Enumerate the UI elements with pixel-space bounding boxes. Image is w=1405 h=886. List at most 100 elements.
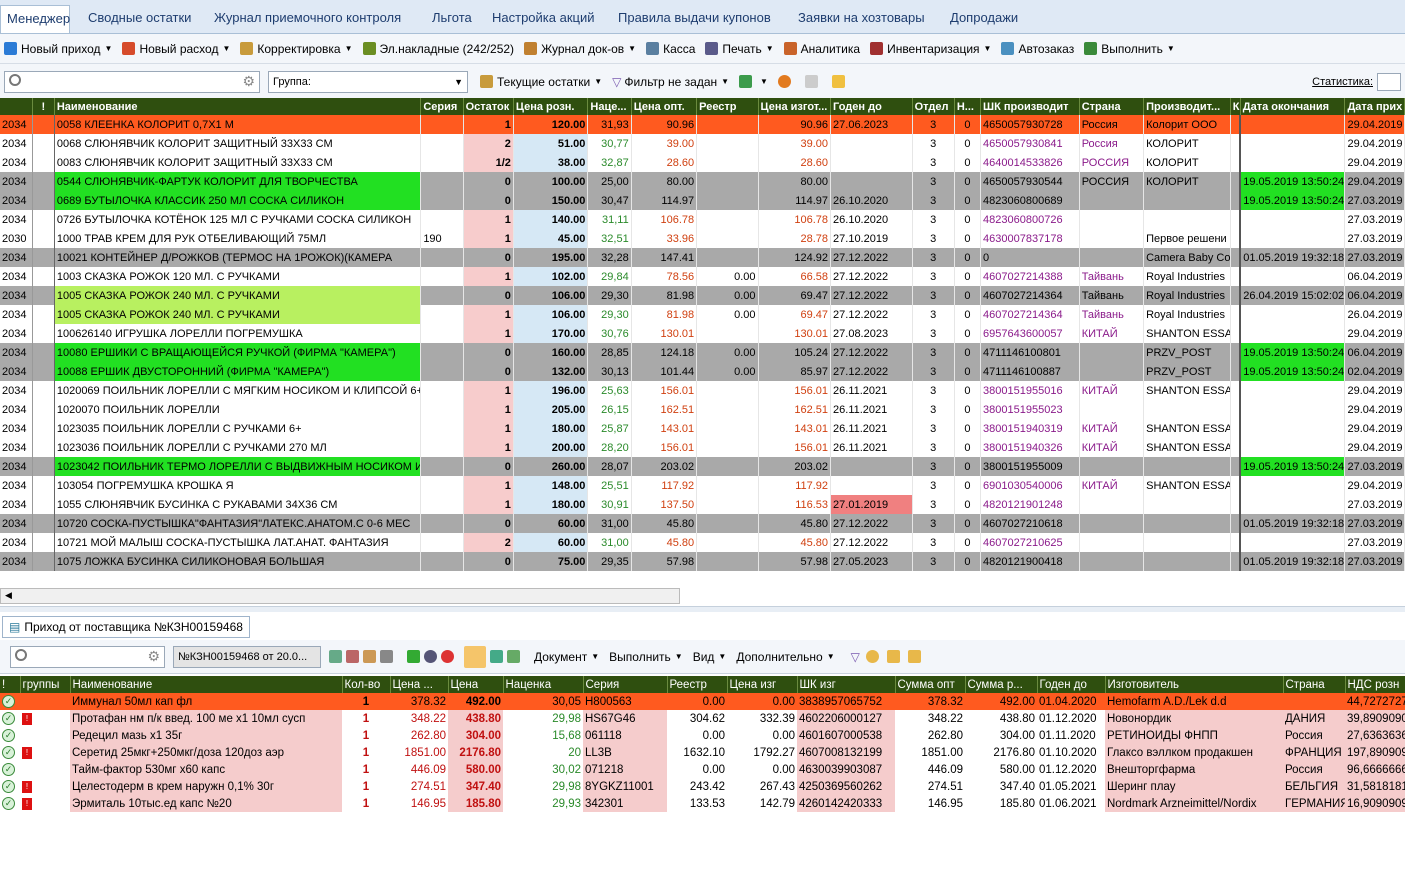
column-header-12[interactable]: Н... <box>954 98 982 115</box>
edit-row-icon[interactable] <box>363 650 376 663</box>
tab-2[interactable]: Журнал приемочного контроля <box>196 5 414 33</box>
add-row-icon[interactable] <box>329 650 342 663</box>
toolbar-button-5[interactable]: Касса <box>646 42 695 56</box>
gear-icon[interactable]: ⚙ <box>147 648 160 665</box>
bottom-column-header-14[interactable]: Изготовитель <box>1105 676 1284 693</box>
column-header-10[interactable]: Годен до <box>830 98 913 115</box>
column-header-3[interactable]: Серия <box>420 98 464 115</box>
bottom-column-header-4[interactable]: Цена ... <box>390 676 449 693</box>
bottom-column-header-3[interactable]: Кол-во <box>342 676 391 693</box>
toolbar-button-1[interactable]: Новый расход ▼ <box>122 42 230 56</box>
copy-icon[interactable] <box>380 650 393 663</box>
column-header-15[interactable]: Производит... <box>1143 98 1231 115</box>
column-header-13[interactable]: ШК производит <box>980 98 1080 115</box>
warning-red-icon[interactable] <box>886 650 900 663</box>
table-row[interactable]: 2034 0544 СЛЮНЯВЧИК-ФАРТУК КОЛОРИТ ДЛЯ ТВ… <box>0 172 1405 191</box>
bottom-column-header-13[interactable]: Годен до <box>1037 676 1106 693</box>
table-row[interactable]: ✓! Серетид 25мкг+250мкг/доза 120доз аэр 1 1… <box>0 744 1405 761</box>
doc-search-input[interactable]: ⚙ <box>10 645 165 668</box>
toolbar-button-10[interactable]: Выполнить ▼ <box>1084 42 1175 56</box>
tab-4[interactable]: Настройка акций <box>474 5 600 33</box>
current-stock-button[interactable]: Текущие остатки ▼ <box>480 75 602 89</box>
group-select[interactable]: Группа: ▼ <box>268 70 468 93</box>
table-row[interactable]: 2034 0726 БУТЫЛОЧКА КОТЁНОК 125 МЛ С РУЧК… <box>0 210 1405 229</box>
funnel-icon[interactable]: ▽ <box>851 650 860 664</box>
table-row[interactable]: 2034 1005 СКАЗКА РОЖОК 240 МЛ. С РУЧКАМИ 0… <box>0 286 1405 305</box>
table-row[interactable]: ✓ Редецил мазь х1 35г 1 262.80 304.00 15,68 06… <box>0 727 1405 744</box>
table-row[interactable]: 2034 1005 СКАЗКА РОЖОК 240 МЛ. С РУЧКАМИ 1… <box>0 305 1405 324</box>
view-button[interactable]: ▼ <box>739 75 768 88</box>
tab-incoming-document[interactable]: ▤ Приход от поставщика №КЗН00159468 <box>2 616 250 638</box>
tab-5[interactable]: Правила выдачи купонов <box>600 5 780 33</box>
bottom-column-header-2[interactable]: Наименование <box>70 676 343 693</box>
column-header-8[interactable]: Реестр <box>696 98 759 115</box>
table-row[interactable]: 2034 103054 ПОГРЕМУШКА КРОШКА Я 1 148.00 25,… <box>0 476 1405 495</box>
import-icon[interactable] <box>407 650 420 663</box>
panel-menu-0[interactable]: Документ ▼ <box>534 650 599 664</box>
table-row[interactable]: 2034 10720 СОСКА-ПУСТЫШКА"ФАНТАЗИЯ"ЛАТЕКС… <box>0 514 1405 533</box>
bottom-column-header-1[interactable]: группы <box>20 676 71 693</box>
bottom-column-header-15[interactable]: Страна <box>1283 676 1346 693</box>
timer-icon[interactable] <box>424 650 437 663</box>
column-header-4[interactable]: Остаток <box>463 98 514 115</box>
panel-menu-1[interactable]: Выполнить ▼ <box>609 650 683 664</box>
bottom-column-header-6[interactable]: Наценка <box>503 676 584 693</box>
table-row[interactable]: 2034 1020069 ПОИЛЬНИК ЛОРЕЛЛИ С МЯГКИМ НО… <box>0 381 1405 400</box>
column-header-0[interactable] <box>0 98 33 115</box>
column-header-14[interactable]: Страна <box>1079 98 1145 115</box>
table-row[interactable]: 2034 0058 КЛЕЕНКА КОЛОРИТ 0,7Х1 М 1 120.00 3… <box>0 115 1405 134</box>
toolbar-button-0[interactable]: Новый приход ▼ <box>4 42 112 56</box>
gear-icon[interactable]: ⚙ <box>242 73 255 90</box>
column-header-16[interactable]: К <box>1230 98 1241 115</box>
warning-icon[interactable] <box>907 650 921 663</box>
panel-menu-2[interactable]: Вид ▼ <box>693 650 727 664</box>
tab-7[interactable]: Допродажи <box>932 5 1032 33</box>
filter-button[interactable]: ▽ Фильтр не задан ▼ <box>612 75 729 89</box>
bottom-column-header-12[interactable]: Сумма р... <box>965 676 1038 693</box>
print-icon[interactable] <box>464 645 486 668</box>
tab-6[interactable]: Заявки на хозтовары <box>780 5 932 33</box>
table-row[interactable]: 2030 1000 ТРАВ КРЕМ ДЛЯ РУК ОТБЕЛИВАЮЩИЙ … <box>0 229 1405 248</box>
toolbar-button-8[interactable]: Инвентаризация ▼ <box>870 42 991 56</box>
column-header-11[interactable]: Отдел <box>912 98 955 115</box>
image-icon[interactable] <box>507 650 520 663</box>
table-row[interactable]: ✓! Целестодерм в крем наружн 0,1% 30г 1 274… <box>0 778 1405 795</box>
toolbar-button-4[interactable]: Журнал док-ов ▼ <box>524 42 636 56</box>
table-row[interactable]: 2034 0689 БУТЫЛОЧКА КЛАССИК 250 МЛ СОСКА … <box>0 191 1405 210</box>
doc-number-field[interactable]: №КЗН00159468 от 20.0... <box>173 645 321 668</box>
column-header-1[interactable]: ! <box>32 98 55 115</box>
table-row[interactable]: 2034 1075 ЛОЖКА БУСИНКА СИЛИКОНОВАЯ БОЛЬШ… <box>0 552 1405 571</box>
cancel-icon[interactable] <box>441 650 454 663</box>
table-row[interactable]: 2034 1020070 ПОИЛЬНИК ЛОРЕЛЛИ 1 205.00 26,15… <box>0 400 1405 419</box>
panel-menu-3[interactable]: Дополнительно ▼ <box>736 650 834 664</box>
bottom-column-header-9[interactable]: Цена изг <box>727 676 798 693</box>
search-input[interactable]: ⚙ <box>4 70 260 93</box>
column-header-9[interactable]: Цена изгот... <box>758 98 832 115</box>
column-header-6[interactable]: Наце... <box>587 98 632 115</box>
table-row[interactable]: 2034 1023036 ПОИЛЬНИК ЛОРЕЛЛИ С РУЧКАМИ 2… <box>0 438 1405 457</box>
tab-0[interactable]: Менеджер <box>0 5 70 33</box>
table-row[interactable]: 2034 10021 КОНТЕЙНЕР Д/РОЖКОВ (ТЕРМОС НА … <box>0 248 1405 267</box>
money-icon[interactable] <box>490 650 503 663</box>
toolbar-button-9[interactable]: Автозаказ <box>1001 42 1074 56</box>
bottom-column-header-7[interactable]: Серия <box>583 676 668 693</box>
bottom-column-header-10[interactable]: ШК изг <box>797 676 896 693</box>
bottom-column-header-0[interactable]: ! <box>0 676 21 693</box>
table-row[interactable]: 2034 0068 СЛЮНЯВЧИК КОЛОРИТ ЗАЩИТНЫЙ 33Х3… <box>0 134 1405 153</box>
statistics-link[interactable]: Статистика: <box>1312 76 1373 88</box>
horizontal-scrollbar[interactable]: ◀ <box>0 588 680 604</box>
toolbar-button-7[interactable]: Аналитика <box>783 42 860 56</box>
table-row[interactable]: ✓! Протафан нм п/к введ. 100 ме х1 10мл с… <box>0 710 1405 727</box>
column-header-18[interactable]: Дата прих <box>1344 98 1405 115</box>
export-button[interactable] <box>831 75 849 88</box>
table-row[interactable]: 2034 1023042 ПОИЛЬНИК ТЕРМО ЛОРЕЛЛИ С ВЫД… <box>0 457 1405 476</box>
table-row[interactable]: 2034 10080 ЕРШИКИ С ВРАЩАЮЩЕЙСЯ РУЧКОЙ (Ф… <box>0 343 1405 362</box>
columns-button[interactable] <box>804 75 822 88</box>
statistics-field[interactable] <box>1377 72 1401 91</box>
table-row[interactable]: 2034 10088 ЕРШИК ДВУСТОРОННИЙ (ФИРМА "КАМ… <box>0 362 1405 381</box>
check-icon[interactable] <box>865 650 879 663</box>
tab-3[interactable]: Льгота <box>414 5 474 33</box>
table-row[interactable]: 2034 1023035 ПОИЛЬНИК ЛОРЕЛЛИ С РУЧКАМИ 6… <box>0 419 1405 438</box>
table-row[interactable]: ✓ Тайм-фактор 530мг х60 капс 1 446.09 580.00… <box>0 761 1405 778</box>
bottom-column-header-16[interactable]: НДС розн <box>1345 676 1405 693</box>
